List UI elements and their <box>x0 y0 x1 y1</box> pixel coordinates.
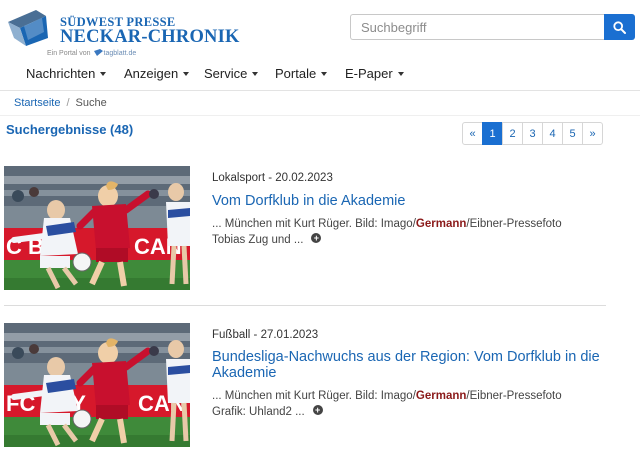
article-meta: Lokalsport - 20.02.2023 <box>212 172 333 184</box>
search-bar <box>350 14 635 40</box>
pagination-prev[interactable]: « <box>462 122 483 145</box>
article-thumbnail[interactable]: FC BAY CAN <box>4 323 190 447</box>
plus-circle-icon[interactable]: + <box>311 233 322 244</box>
nav-item-label: Anzeigen <box>124 66 179 81</box>
breadcrumb-current: Suche <box>75 97 107 109</box>
brand-main-text: NECKAR-CHRONIK <box>60 27 240 47</box>
portal-note: Ein Portal von tagblatt.de <box>47 49 136 57</box>
breadcrumb-divider <box>0 115 640 116</box>
pagination-page-5[interactable]: 5 <box>562 122 583 145</box>
caret-down-icon <box>397 71 404 76</box>
caret-down-icon <box>183 71 190 76</box>
breadcrumb: Startseite / Suche <box>14 97 107 109</box>
tagblatt-logo-icon <box>93 49 103 56</box>
pagination-page-3[interactable]: 3 <box>522 122 543 145</box>
nav-item-service[interactable]: Service <box>204 66 259 81</box>
article-thumbnail[interactable]: C BAY CAN <box>4 166 190 290</box>
breadcrumb-home-link[interactable]: Startseite <box>14 97 60 109</box>
results-title: Suchergebnisse (48) <box>6 122 134 137</box>
nav-item-nachrichten[interactable]: Nachrichten <box>26 66 107 81</box>
portal-name[interactable]: tagblatt.de <box>104 50 137 57</box>
nav-item-label: Service <box>204 66 248 81</box>
nav-item-anzeigen[interactable]: Anzeigen <box>124 66 190 81</box>
pagination-next[interactable]: » <box>582 122 603 145</box>
main-nav: Nachrichten Anzeigen Service Portale E-P… <box>0 62 640 88</box>
portal-prefix: Ein Portal von <box>47 50 91 57</box>
pagination-page-2[interactable]: 2 <box>502 122 523 145</box>
snippet-text: ... München mit Kurt Rüger. Bild: Imago/ <box>212 218 416 230</box>
snippet-highlight: Germann <box>415 218 467 230</box>
result-divider <box>4 305 606 306</box>
snippet-text: Grafik: Uhland2 ... <box>212 405 305 418</box>
football-photo-image: C BAY CAN <box>4 166 190 290</box>
article-snippet: ... München mit Kurt Rüger. Bild: Imago/… <box>212 217 612 248</box>
snippet-text: /Eibner-Pressefoto <box>466 390 562 402</box>
nav-item-portale[interactable]: Portale <box>275 66 328 81</box>
logo-mark-icon <box>8 10 48 46</box>
article-headline-link[interactable]: Bundesliga-Nachwuchs aus der Region: Vom… <box>212 349 602 381</box>
pagination-page-4[interactable]: 4 <box>542 122 563 145</box>
caret-down-icon <box>100 71 107 76</box>
nav-divider <box>0 90 640 91</box>
snippet-text: Tobias Zug und ... <box>212 233 304 246</box>
breadcrumb-separator: / <box>66 97 70 109</box>
pagination-page-1[interactable]: 1 <box>482 122 503 145</box>
snippet-text: ... München mit Kurt Rüger. Bild: Imago/ <box>212 390 416 402</box>
search-button[interactable] <box>604 14 635 40</box>
nav-item-label: Nachrichten <box>26 66 96 81</box>
nav-item-epaper[interactable]: E-Paper <box>345 66 404 81</box>
search-result-item: FC BAY CAN <box>4 323 606 451</box>
article-meta: Fußball - 27.01.2023 <box>212 329 319 341</box>
search-input[interactable] <box>350 14 604 40</box>
nav-item-label: Portale <box>275 66 317 81</box>
pagination: « 1 2 3 4 5 » <box>462 122 603 145</box>
snippet-highlight: Germann <box>415 390 467 402</box>
article-headline-link[interactable]: Vom Dorfklub in die Akademie <box>212 193 602 209</box>
article-snippet: ... München mit Kurt Rüger. Bild: Imago/… <box>212 389 612 420</box>
plus-circle-icon[interactable]: + <box>312 405 323 416</box>
football-photo-image: FC BAY CAN <box>4 323 190 447</box>
nav-item-label: E-Paper <box>345 66 393 81</box>
search-icon <box>613 20 626 34</box>
caret-down-icon <box>252 71 259 76</box>
search-result-item: C BAY CAN Lokalsport - 20.02.2023 Vom Do… <box>4 166 606 296</box>
site-header: SÜDWEST PRESSE NECKAR-CHRONIK Ein Portal… <box>0 0 640 58</box>
site-logo[interactable]: SÜDWEST PRESSE NECKAR-CHRONIK Ein Portal… <box>6 6 256 57</box>
snippet-text: /Eibner-Pressefoto <box>466 218 562 230</box>
caret-down-icon <box>321 71 328 76</box>
